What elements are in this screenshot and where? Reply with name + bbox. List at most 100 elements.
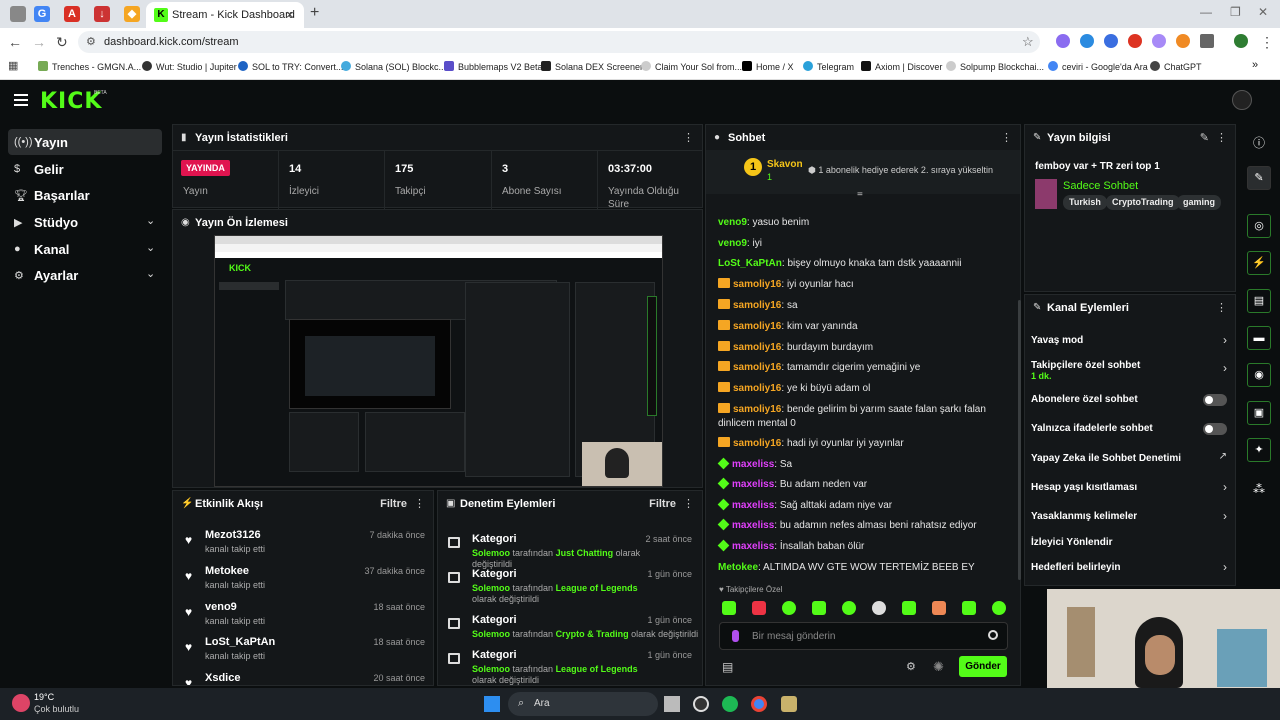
action-subs-only[interactable]: Abonelere özel sohbet [1031,392,1227,410]
tools-rail-icon[interactable]: ✦ [1247,438,1271,462]
spotify-icon[interactable] [722,696,738,712]
activity-user[interactable]: Metokee [205,565,249,577]
emote-icon[interactable] [872,601,886,615]
active-tab[interactable]: K Stream - Kick Dashboard × [146,2,304,28]
emote-icon[interactable] [992,601,1006,615]
reload-icon[interactable]: ↻ [56,34,68,51]
obs-icon[interactable] [693,696,709,712]
restore-icon[interactable]: ❐ [1230,5,1241,19]
chat-user[interactable]: maxeliss [732,520,774,531]
emoji-icon[interactable] [988,630,998,640]
emote-icon[interactable] [752,601,766,615]
more-options-icon[interactable]: ⋮ [1216,131,1227,144]
chat-user[interactable]: samoliy16 [733,404,781,415]
minimize-icon[interactable]: — [1200,5,1212,19]
chat-user[interactable]: samoliy16 [733,342,781,353]
site-info-icon[interactable]: ⚙ [86,35,96,48]
apps-rail-icon[interactable]: ⁂ [1253,482,1265,496]
send-button[interactable]: Gönder [959,656,1007,677]
url-field[interactable]: ⚙ dashboard.kick.com/stream ☆ [78,31,1040,53]
back-icon[interactable]: ← [8,34,22,50]
download-tab-icon[interactable]: ↓ [94,6,110,22]
action-slow-mode[interactable]: Yavaş mod › [1031,333,1227,351]
emote-icon[interactable] [842,601,856,615]
bookmark-star-icon[interactable]: ☆ [1022,34,1034,50]
bookmark-item[interactable]: ceviri - Google'da Ara [1048,61,1148,72]
chat-user[interactable]: LoSt_KaPtAn [718,258,782,269]
info-icon[interactable]: ⓘ [1253,134,1265,151]
chat-user[interactable]: samoliy16 [733,383,781,394]
action-goals[interactable]: Hedefleri belirleyin › [1031,560,1227,578]
chat-user[interactable]: samoliy16 [733,321,781,332]
action-followers-only[interactable]: Takipçilere özel sohbet 1 dk. › [1031,358,1227,382]
tab-icon[interactable] [10,6,26,22]
bookmark-item[interactable]: Solpump Blockchai... [946,61,1044,72]
activity-user[interactable]: Mezot3126 [205,529,261,541]
bookmark-item[interactable]: Bubblemaps V2 Beta [444,61,543,72]
windows-start-icon[interactable] [484,696,500,712]
filter-button[interactable]: Filtre [380,498,407,510]
gift-cta[interactable]: ⬢ 1 abonelik hediye ederek 2. sıraya yük… [808,165,993,176]
google-tab-icon[interactable]: G [34,6,50,22]
activity-user[interactable]: veno9 [205,601,237,613]
more-options-icon[interactable]: ⋮ [1216,301,1227,314]
menu-kebab-icon[interactable]: ⋮ [1260,34,1274,51]
sidebar-item-kanal[interactable]: ● Kanal ⌄ [8,236,162,262]
emote-icon[interactable] [782,601,796,615]
action-ai-moderation[interactable]: Yapay Zeka ile Sohbet Denetimi ↗ [1031,451,1227,469]
task-view-icon[interactable] [664,696,680,712]
bookmark-item[interactable]: Axiom | Discover [861,61,942,72]
chat-user[interactable]: samoliy16 [733,279,781,290]
category-thumbnail[interactable] [1035,179,1057,209]
more-bookmarks-icon[interactable]: » [1252,59,1258,71]
chat-scrollbar[interactable] [1018,300,1021,580]
sidebar-item-gelir[interactable]: $ Gelir [8,156,162,182]
bookmark-item[interactable]: Telegram [803,61,854,72]
bookmark-item[interactable]: Wut: Studio | Jupiter [142,61,237,72]
emote-icon[interactable] [812,601,826,615]
more-options-icon[interactable]: ⋮ [414,497,425,510]
tab-icon[interactable]: A [64,6,80,22]
chat-user[interactable]: samoliy16 [733,362,781,373]
taskbar-search[interactable]: ⌕ Ara [508,692,658,716]
new-tab-button[interactable]: + [310,4,319,22]
chat-rail-icon[interactable]: ▬ [1247,326,1271,350]
toggle-switch[interactable] [1203,423,1227,435]
chat-user[interactable]: samoliy16 [733,438,781,449]
badge-icon[interactable]: ✺ [933,659,944,675]
bookmark-item[interactable]: Solana DEX Screener [541,61,643,72]
tag[interactable]: gaming [1177,195,1222,210]
camera-rail-icon[interactable]: ◎ [1247,214,1271,238]
extension-icon[interactable] [1056,34,1070,48]
action-emotes-only[interactable]: Yalnızca ifadelerle sohbet [1031,421,1227,439]
extension-icon[interactable] [1152,34,1166,48]
edit-rail-icon[interactable]: ✎ [1247,166,1271,190]
apps-grid-icon[interactable]: ▦ [8,59,18,72]
bookmark-item[interactable]: Solana (SOL) Blockc... [341,61,446,72]
stream-preview-video[interactable]: KICK [214,235,663,487]
filter-button[interactable]: Filtre [649,498,676,510]
chat-user[interactable]: samoliy16 [733,300,781,311]
activity-user[interactable]: LoSt_KaPtAn [205,636,275,648]
settings-gear-icon[interactable]: ⚙ [906,660,916,673]
bookmark-item[interactable]: SOL to TRY: Convert... [238,61,343,72]
emote-icon[interactable] [962,601,976,615]
tag[interactable]: Turkish [1063,195,1107,210]
action-raid[interactable]: İzleyici Yönlendir [1031,535,1227,553]
close-tab-icon[interactable]: × [286,7,294,22]
more-options-icon[interactable]: ⋮ [1001,131,1012,144]
chat-user[interactable]: veno9 [718,238,747,249]
profile-avatar[interactable] [1234,34,1248,48]
forward-icon[interactable]: → [32,34,46,50]
chat-user[interactable]: maxeliss [732,479,774,490]
more-options-icon[interactable]: ⋮ [683,131,694,144]
close-window-icon[interactable]: ✕ [1258,5,1268,19]
layout-rail-icon[interactable]: ▣ [1247,401,1271,425]
sidebar-item-ayarlar[interactable]: ⚙ Ayarlar ⌄ [8,262,162,288]
emote-icon[interactable] [932,601,946,615]
broadcast-rail-icon[interactable]: ◉ [1247,363,1271,387]
sidebar-item-yayin[interactable]: ((•)) Yayın [8,129,162,155]
tab-icon[interactable]: ◆ [124,6,140,22]
extensions-puzzle-icon[interactable] [1200,34,1214,48]
chat-user[interactable]: Metokee [718,562,758,573]
